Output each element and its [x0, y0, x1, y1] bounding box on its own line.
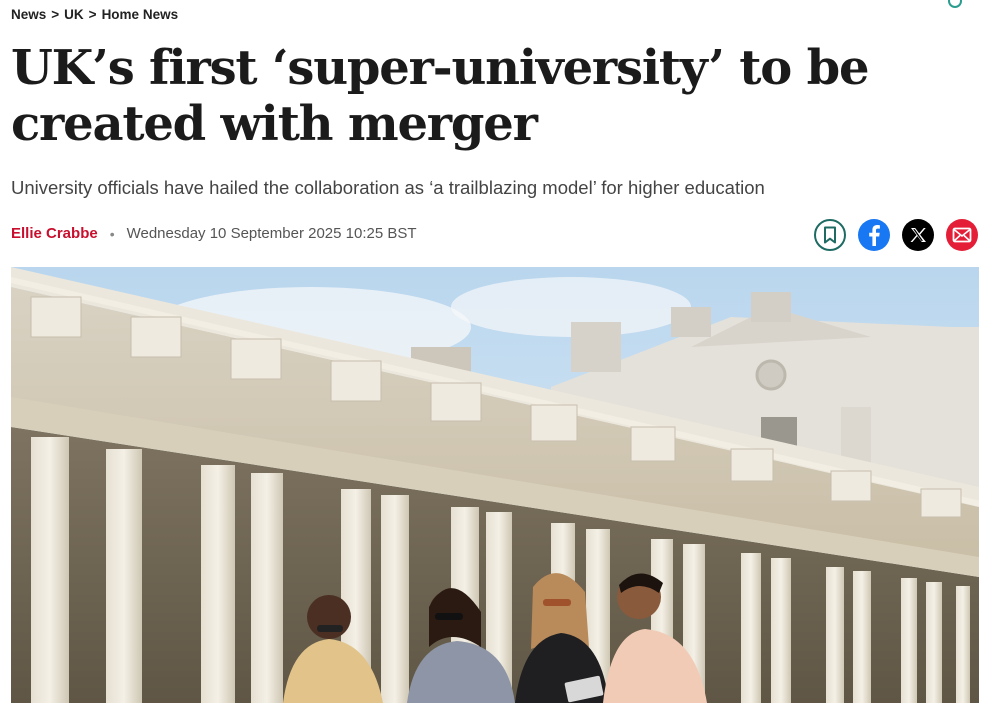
byline: Ellie Crabbe • Wednesday 10 September 20…	[11, 225, 417, 242]
hero-image	[11, 267, 979, 703]
author-link[interactable]: Ellie Crabbe	[11, 225, 98, 242]
email-share-button[interactable]	[946, 219, 978, 251]
breadcrumb-separator: >	[51, 7, 60, 22]
breadcrumb: News > UK > Home News	[11, 7, 178, 22]
x-icon	[910, 228, 926, 242]
facebook-share-button[interactable]	[858, 219, 890, 251]
breadcrumb-separator: >	[88, 7, 97, 22]
bookmark-button[interactable]	[814, 219, 846, 251]
bookmark-icon	[824, 226, 836, 244]
x-share-button[interactable]	[902, 219, 934, 251]
byline-separator-dot: •	[109, 225, 115, 242]
article-standfirst: University officials have hailed the col…	[11, 177, 765, 198]
breadcrumb-uk[interactable]: UK	[64, 7, 84, 22]
facebook-icon	[869, 225, 880, 246]
hero-photo-university-colonnade	[11, 267, 979, 703]
share-bar	[814, 219, 978, 251]
publish-date: Wednesday 10 September 2025 10:25 BST	[126, 225, 417, 242]
email-icon	[952, 227, 972, 243]
article-headline: UK’s first ‘super-university’ to be crea…	[11, 40, 870, 152]
partial-circle-icon	[948, 0, 962, 8]
breadcrumb-news[interactable]: News	[11, 7, 46, 22]
breadcrumb-home-news[interactable]: Home News	[102, 7, 179, 22]
